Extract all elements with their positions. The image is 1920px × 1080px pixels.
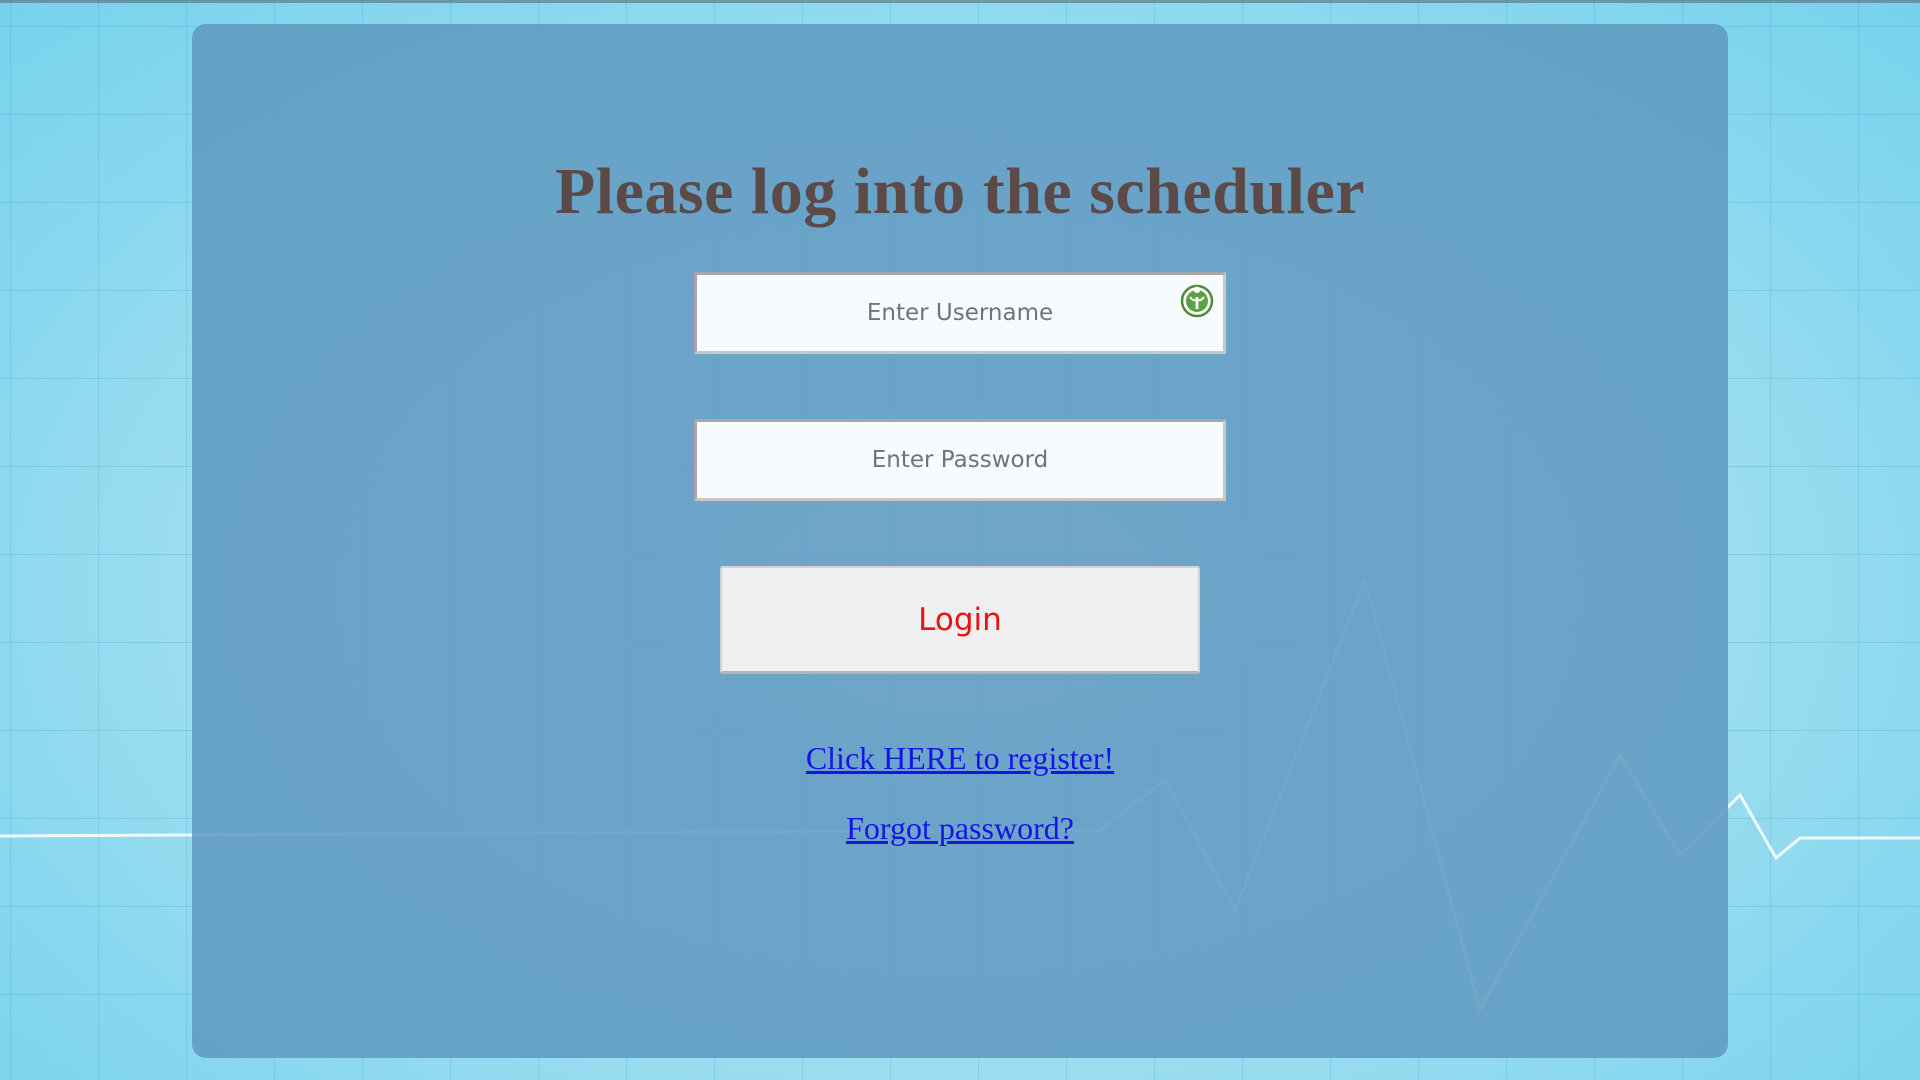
login-button[interactable]: Login bbox=[720, 566, 1200, 674]
password-field[interactable] bbox=[694, 419, 1226, 501]
forgot-password-link[interactable]: Forgot password? bbox=[192, 810, 1728, 847]
password-manager-key-icon[interactable] bbox=[1180, 284, 1214, 318]
page-title: Please log into the scheduler bbox=[554, 155, 1366, 228]
username-field[interactable] bbox=[694, 272, 1226, 354]
register-link[interactable]: Click HERE to register! bbox=[192, 740, 1728, 777]
login-panel: Please log into the scheduler Login Clic… bbox=[192, 24, 1728, 1058]
